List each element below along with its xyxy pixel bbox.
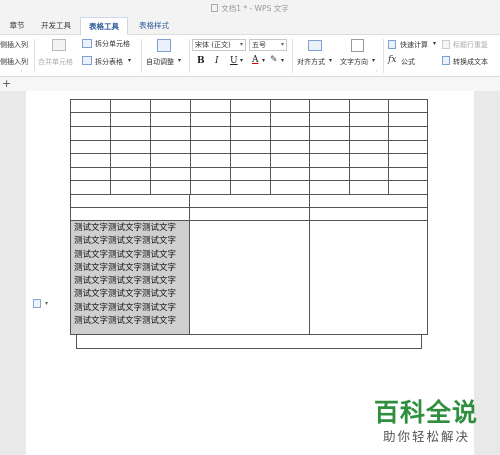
table-grid-line	[70, 220, 428, 221]
font-size-select[interactable]: 五号 ▾	[249, 39, 287, 51]
merge-cells-icon	[52, 39, 66, 51]
document-icon	[211, 4, 219, 12]
divider	[383, 39, 384, 73]
table-grid-line	[189, 194, 190, 335]
cell-text-line: 测试文字测试文字测试文字	[74, 236, 177, 247]
table-grid-line	[388, 99, 389, 194]
split-table-button[interactable]: 拆分表格	[95, 57, 123, 67]
italic-button[interactable]: I	[215, 56, 219, 66]
chevron-down-icon: ▾	[239, 41, 243, 48]
table-grid-line	[427, 99, 428, 335]
chevron-down-icon[interactable]: ▾	[329, 57, 332, 64]
table-grid-line	[76, 334, 77, 349]
table-grid-line	[70, 207, 428, 208]
watermark-slogan: 助你轻松解决	[383, 429, 471, 444]
table-grid-line	[70, 180, 428, 181]
chevron-down-icon[interactable]: ▾	[240, 57, 243, 64]
tab-chapter[interactable]: 章节	[2, 17, 32, 35]
quick-access-bar	[0, 77, 500, 91]
chevron-down-icon: ▾	[280, 41, 284, 48]
divider	[34, 39, 35, 73]
watermark-brand: 百科全说	[374, 398, 479, 427]
window-title: 文档1 * - WPS 文字	[221, 4, 289, 13]
table-grid-line	[76, 348, 422, 349]
highlight-pen-icon[interactable]: ✎	[270, 55, 278, 65]
ribbon-toolbar: 侧插入列 侧插入列 ⌟ 合并单元格 拆分单元格 拆分表格 ▾ 自动调整 ▾ 宋体…	[0, 35, 500, 77]
split-cells-button[interactable]: 拆分单元格	[95, 39, 130, 49]
insert-column-right-button[interactable]: 侧插入列	[0, 57, 28, 67]
text-direction-button[interactable]: 文字方向	[340, 57, 368, 67]
convert-to-text-button[interactable]: 转换成文本	[453, 57, 488, 67]
table-grid-line	[70, 99, 428, 100]
cell-text-line: 测试文字测试文字测试文字	[74, 289, 177, 300]
bold-button[interactable]: B	[197, 56, 205, 66]
font-size-value: 五号	[252, 41, 266, 49]
table-grid-line	[150, 99, 151, 194]
table-handle-icon[interactable]	[33, 299, 41, 308]
table-grid-line	[309, 194, 310, 335]
chevron-down-icon[interactable]: ▾	[372, 57, 375, 64]
table-grid-line	[349, 99, 350, 194]
table-grid-line	[70, 153, 428, 154]
chevron-down-icon[interactable]: ▾	[128, 57, 131, 64]
chevron-down-icon[interactable]: ▾	[178, 57, 181, 64]
formula-fx-icon: fx	[388, 55, 397, 65]
launcher-icon[interactable]: ⌟	[20, 67, 22, 73]
table-grid-line	[70, 194, 428, 195]
cell-text-line: 测试文字测试文字测试文字	[74, 223, 177, 233]
chevron-down-icon[interactable]: ▾	[45, 300, 48, 307]
cell-text-line: 测试文字测试文字测试文字	[74, 262, 177, 273]
add-icon[interactable]: +	[2, 77, 11, 91]
table-grid-line	[190, 99, 191, 194]
chevron-down-icon[interactable]: ▾	[433, 40, 436, 47]
table-grid-line	[70, 126, 428, 127]
insert-column-left-button[interactable]: 侧插入列	[0, 40, 28, 50]
chevron-down-icon[interactable]: ▾	[262, 57, 265, 64]
table-grid-line	[270, 99, 271, 194]
cell-text-line: 测试文字测试文字测试文字	[74, 276, 177, 287]
text-direction-icon	[351, 39, 364, 52]
underline-button[interactable]: U	[230, 56, 238, 66]
chevron-down-icon[interactable]: ▾	[281, 57, 284, 64]
repeat-header-icon	[442, 40, 450, 49]
tab-table-style[interactable]: 表格样式	[131, 17, 177, 35]
font-name-select[interactable]: 宋体 (正文) ▾	[192, 39, 246, 51]
table-grid-line	[421, 334, 422, 349]
repeat-header-button[interactable]: 标题行重复	[453, 40, 488, 50]
table-grid-line	[110, 99, 111, 194]
split-cells-icon	[82, 39, 92, 48]
quick-calc-button[interactable]: 快速计算	[400, 40, 428, 50]
menu-tabs: 章节 开发工具 表格工具 表格样式	[0, 17, 500, 35]
auto-fit-icon	[157, 39, 171, 52]
divider	[141, 39, 142, 73]
split-table-icon	[82, 56, 92, 65]
table-grid-line	[309, 99, 310, 194]
table-grid-line	[70, 334, 428, 335]
align-icon	[308, 40, 322, 51]
cell-text[interactable]: 测试文字测试文字测试文字 测试文字测试文字测试文字 测试文字测试文字测试文字 测…	[74, 222, 188, 328]
tab-table-tools[interactable]: 表格工具	[80, 17, 128, 35]
launcher-icon[interactable]: ⌟	[375, 67, 377, 73]
divider	[292, 39, 293, 73]
table-grid-line	[70, 99, 71, 335]
tab-developer-tools[interactable]: 开发工具	[36, 17, 76, 35]
title-bar: 文档1 * - WPS 文字	[0, 0, 500, 17]
align-button[interactable]: 对齐方式	[297, 57, 325, 67]
font-color-button[interactable]: A	[252, 55, 259, 65]
formula-button[interactable]: 公式	[401, 57, 415, 67]
table-grid-line	[230, 99, 231, 194]
convert-text-icon	[442, 56, 450, 65]
table-grid-line	[70, 112, 428, 113]
divider	[189, 39, 190, 73]
cell-text-line: 测试文字测试文字测试文字	[74, 249, 177, 260]
merge-cells-button[interactable]: 合并单元格	[38, 57, 73, 67]
cell-text-line: 测试文字测试文字测试文字	[74, 316, 177, 327]
auto-fit-button[interactable]: 自动调整	[146, 57, 174, 67]
table-grid-line	[70, 167, 428, 168]
table-grid-line	[70, 140, 428, 141]
calculator-icon	[388, 40, 396, 49]
font-name-value: 宋体 (正文)	[195, 41, 231, 49]
cell-text-line: 测试文字测试文字测试文字	[74, 302, 177, 313]
